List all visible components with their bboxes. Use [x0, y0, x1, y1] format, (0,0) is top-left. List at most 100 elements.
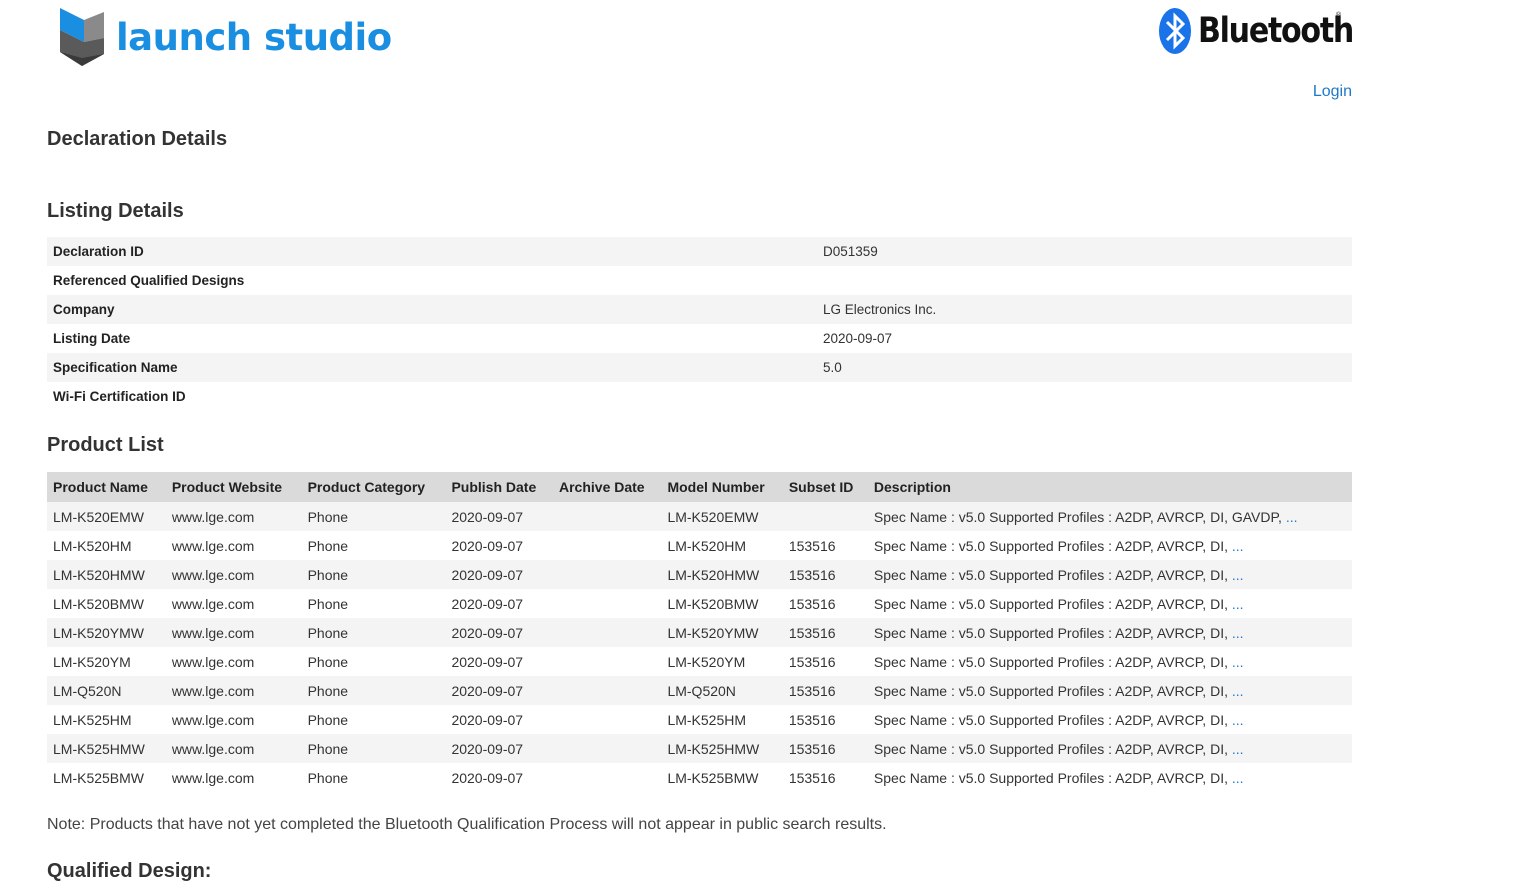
- table-row[interactable]: LM-K525BMW www.lge.com Phone 2020-09-07 LM-K…: [47, 763, 1352, 792]
- description-more-link[interactable]: ...: [1232, 770, 1244, 786]
- cell-product-website: www.lge.com: [165, 676, 302, 705]
- listing-details-heading: Listing Details: [47, 200, 184, 222]
- cell-product-website: www.lge.com: [171, 653, 255, 670]
- launch-studio-logo[interactable]: launch studio: [54, 6, 392, 68]
- column-header-product-category[interactable]: Product Category: [301, 472, 446, 502]
- cell-archive-date: [553, 502, 662, 531]
- cell-publish-date: 2020-09-07: [451, 653, 524, 670]
- column-header-product-website[interactable]: Product Website: [165, 472, 302, 502]
- column-header-publish-date[interactable]: Publish Date: [445, 472, 553, 502]
- cell-product-website: www.lge.com: [171, 537, 255, 554]
- listing-value: LG Electronics Inc.: [817, 295, 1352, 324]
- cell-model-number: LM-K520HMW: [661, 560, 783, 589]
- product-list-table: Product Name Product Website Product Categ…: [47, 472, 1352, 792]
- cell-product-name: LM-K520YM: [53, 653, 131, 670]
- description-more-link[interactable]: ...: [1232, 741, 1244, 757]
- table-row[interactable]: LM-K520BMW www.lge.com Phone 2020-09-07 LM-K…: [47, 589, 1352, 618]
- cell-description: Spec Name : v5.0 Supported Profiles : A2…: [867, 618, 1352, 647]
- description-more-link[interactable]: ...: [1232, 683, 1244, 699]
- table-row[interactable]: LM-K525HMW www.lge.com Phone 2020-09-07 LM-K…: [47, 734, 1352, 763]
- cell-archive-date: [553, 647, 661, 676]
- cell-product-name: LM-K525HM: [53, 711, 132, 728]
- cell-product-category: Phone: [301, 676, 446, 705]
- listing-row: Specification Name 5.0: [47, 353, 1352, 382]
- login-link[interactable]: Login: [1313, 83, 1352, 101]
- table-row[interactable]: LM-K520YMW www.lge.com Phone 2020-09-07 LM-K…: [47, 618, 1352, 647]
- description-text: Spec Name : v5.0 Supported Profiles : A2…: [873, 711, 1228, 728]
- listing-key: Wi-Fi Certification ID: [53, 389, 186, 404]
- description-more-link[interactable]: ...: [1232, 538, 1244, 554]
- listing-key: Specification Name: [47, 353, 817, 382]
- table-row[interactable]: LM-K520HM www.lge.com Phone 2020-09-07 LM-K5…: [47, 531, 1352, 560]
- cell-description: Spec Name : v5.0 Supported Profiles : A2…: [868, 531, 1352, 560]
- cell-subset-id: 153516: [782, 676, 868, 705]
- cell-description: Spec Name : v5.0 Supported Profiles : A2…: [867, 560, 1352, 589]
- description-more-link[interactable]: ...: [1232, 596, 1244, 612]
- listing-value: 2020-09-07: [823, 331, 893, 346]
- description-more-link[interactable]: ...: [1232, 567, 1244, 583]
- cell-product-name: LM-K520EMW: [47, 502, 166, 531]
- description-more-link[interactable]: ...: [1232, 625, 1244, 641]
- cell-model-number: LM-K520YM: [667, 653, 746, 670]
- cell-description: Spec Name : v5.0 Supported Profiles : A2…: [868, 705, 1352, 734]
- column-header-model-number[interactable]: Model Number: [661, 472, 783, 502]
- cell-model-number: LM-K520EMW: [661, 502, 783, 531]
- cell-description: Spec Name : v5.0 Supported Profiles : A2…: [868, 763, 1352, 792]
- cell-archive-date: [553, 763, 661, 792]
- description-more-link[interactable]: ...: [1232, 712, 1244, 728]
- product-list-heading: Product List: [47, 434, 164, 456]
- launch-studio-cube-icon: [60, 8, 104, 66]
- cell-product-category: Phone: [301, 502, 446, 531]
- cell-product-name: LM-K520YMW: [47, 618, 166, 647]
- table-row[interactable]: LM-Q520N www.lge.com Phone 2020-09-07 LM-Q52…: [47, 676, 1352, 705]
- cell-publish-date: 2020-09-07: [445, 618, 553, 647]
- cell-product-category: Phone: [307, 537, 349, 554]
- listing-key: Company: [47, 295, 817, 324]
- table-row[interactable]: LM-K525HM www.lge.com Phone 2020-09-07 LM-K5…: [47, 705, 1352, 734]
- description-text: Spec Name : v5.0 Supported Profiles : A2…: [873, 682, 1228, 699]
- column-header-product-name[interactable]: Product Name: [47, 472, 166, 502]
- description-text: Spec Name : v5.0 Supported Profiles : A2…: [873, 624, 1228, 641]
- bluetooth-logo[interactable]: Bluetooth ®: [1158, 6, 1378, 56]
- description-more-link[interactable]: ...: [1286, 509, 1298, 525]
- table-row[interactable]: LM-K520YM www.lge.com Phone 2020-09-07 LM-K5…: [47, 647, 1352, 676]
- cell-product-name: LM-K520HM: [53, 537, 132, 554]
- cell-product-category: Phone: [307, 653, 349, 670]
- table-row[interactable]: LM-K520HMW www.lge.com Phone 2020-09-07 LM-K…: [47, 560, 1352, 589]
- cell-model-number: LM-K525BMW: [667, 769, 759, 786]
- cell-product-name: LM-K525HMW: [47, 734, 166, 763]
- listing-row: Company LG Electronics Inc.: [47, 295, 1352, 324]
- cell-description: Spec Name : v5.0 Supported Profiles : A2…: [868, 589, 1352, 618]
- column-header-description[interactable]: Description: [867, 472, 1352, 502]
- bluetooth-rune-icon: [1159, 8, 1191, 54]
- cell-subset-id: 153516: [788, 653, 836, 670]
- description-text: Spec Name : v5.0 Supported Profiles : A2…: [873, 537, 1228, 554]
- cell-publish-date: 2020-09-07: [451, 769, 524, 786]
- cell-product-category: Phone: [301, 560, 446, 589]
- description-text: Spec Name : v5.0 Supported Profiles : A2…: [873, 595, 1228, 612]
- cell-product-name: LM-K525BMW: [53, 769, 145, 786]
- cell-model-number: LM-K525HMW: [661, 734, 783, 763]
- listing-value: 5.0: [817, 353, 1352, 382]
- cell-product-category: Phone: [307, 711, 349, 728]
- description-more-link[interactable]: ...: [1232, 654, 1244, 670]
- cell-archive-date: [553, 705, 661, 734]
- cell-product-category: Phone: [307, 769, 349, 786]
- cell-description: Spec Name : v5.0 Supported Profiles : A2…: [867, 676, 1352, 705]
- declaration-details-heading: Declaration Details: [47, 128, 228, 150]
- cell-model-number: LM-K520BMW: [667, 595, 759, 612]
- cell-product-website: www.lge.com: [171, 711, 255, 728]
- cell-subset-id: 153516: [782, 560, 868, 589]
- table-row[interactable]: LM-K520EMW www.lge.com Phone 2020-09-07 LM-K…: [47, 502, 1352, 531]
- description-text: Spec Name : v5.0 Supported Profiles : A2…: [873, 508, 1282, 525]
- cell-subset-id: 153516: [782, 734, 868, 763]
- cell-publish-date: 2020-09-07: [445, 502, 553, 531]
- cell-archive-date: [553, 734, 662, 763]
- column-header-archive-date[interactable]: Archive Date: [553, 472, 662, 502]
- listing-row: Declaration ID D051359: [47, 237, 1352, 266]
- cell-product-website: www.lge.com: [165, 560, 302, 589]
- registered-mark: ®: [1336, 12, 1342, 19]
- cell-subset-id: 153516: [788, 537, 836, 554]
- column-header-subset-id[interactable]: Subset ID: [782, 472, 868, 502]
- description-text: Spec Name : v5.0 Supported Profiles : A2…: [873, 653, 1228, 670]
